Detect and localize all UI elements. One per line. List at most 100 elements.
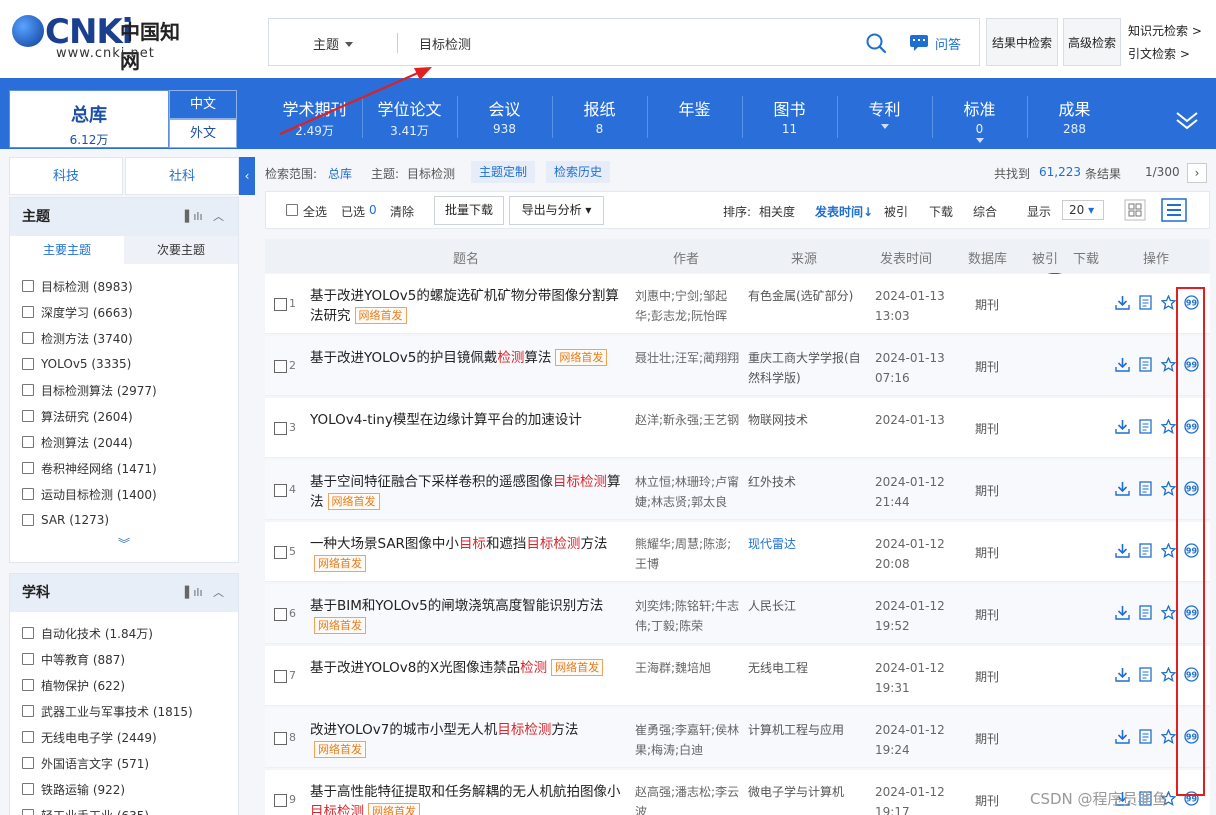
result-source[interactable]: 微电子学与计算机 <box>748 782 866 802</box>
result-source[interactable]: 有色金属(选矿部分) <box>748 286 866 306</box>
result-source[interactable]: 人民长江 <box>748 596 866 616</box>
read-online-icon[interactable] <box>1138 543 1153 558</box>
chart-collapse-icons[interactable]: ▌ılı ︿ <box>185 198 224 236</box>
knowledge-search-link[interactable]: 知识元检索 > <box>1128 20 1202 43</box>
read-online-icon[interactable] <box>1138 605 1153 620</box>
checkbox[interactable] <box>22 731 34 743</box>
download-icon[interactable] <box>1115 667 1130 682</box>
facet-item[interactable]: 外国语言文字 (571) <box>10 750 238 776</box>
checkbox[interactable] <box>22 436 34 448</box>
sort-relevance[interactable]: 相关度 <box>759 203 795 220</box>
read-online-icon[interactable] <box>1138 357 1153 372</box>
checkbox[interactable] <box>22 514 34 526</box>
tab-social[interactable]: 社科 <box>125 157 239 195</box>
row-checkbox[interactable] <box>274 360 287 373</box>
result-title-link[interactable]: 基于高性能特征提取和任务解耦的无人机航拍图像小目标检测 网络首发 <box>310 782 622 815</box>
grid-view-icon[interactable] <box>1124 199 1146 221</box>
checkbox[interactable] <box>22 653 34 665</box>
tab-tech[interactable]: 科技 <box>9 157 123 195</box>
nav-item-achievement[interactable]: 成果 288 <box>1027 96 1122 136</box>
search-field-select[interactable]: 主题 <box>313 34 354 53</box>
nav-item-standard[interactable]: 标准 0 <box>932 96 1027 143</box>
lang-tab-foreign[interactable]: 外文 <box>169 119 237 148</box>
facet-item[interactable]: 无线电电子学 (2449) <box>10 724 238 750</box>
nav-item-thesis[interactable]: 学位论文 3.41万 <box>362 96 457 139</box>
facet-item[interactable]: 目标检测算法 (2977) <box>10 377 238 403</box>
download-icon[interactable] <box>1115 605 1130 620</box>
result-title-link[interactable]: 基于改进YOLOv8的X光图像违禁品检测 网络首发 <box>310 658 622 678</box>
table-row[interactable]: 1 基于改进YOLOv5的螺旋选矿机矿物分带图像分割算法研究 网络首发 刘惠中;宁剑;… <box>265 274 1210 334</box>
list-view-icon[interactable] <box>1161 198 1187 222</box>
sort-cited[interactable]: 被引 <box>884 203 908 220</box>
facet-item[interactable]: 深度学习 (6663) <box>10 299 238 325</box>
checkbox[interactable] <box>22 705 34 717</box>
result-title-link[interactable]: 基于BIM和YOLOv5的闸墩浇筑高度智能识别方法网络首发 <box>310 596 622 636</box>
facet-item[interactable]: 卷积神经网络 (1471) <box>10 455 238 481</box>
download-icon[interactable] <box>1115 357 1130 372</box>
download-icon[interactable] <box>1115 295 1130 310</box>
result-source[interactable]: 计算机工程与应用 <box>748 720 866 740</box>
subtab-secondary-topic[interactable]: 次要主题 <box>124 236 238 264</box>
result-authors[interactable]: 王海群;魏培旭 <box>635 658 741 678</box>
result-source[interactable]: 重庆工商大学学报(自然科学版) <box>748 348 866 388</box>
row-checkbox[interactable] <box>274 732 287 745</box>
tab-zongku[interactable]: 总库 6.12万 <box>9 90 169 148</box>
result-source[interactable]: 红外技术 <box>748 472 866 492</box>
facet-item[interactable]: 运动目标检测 (1400) <box>10 481 238 507</box>
search-icon[interactable] <box>865 32 887 54</box>
citation-search-link[interactable]: 引文检索 > <box>1128 43 1202 66</box>
sort-overall[interactable]: 综合 <box>973 203 997 220</box>
result-title-link[interactable]: YOLOv4-tiny模型在边缘计算平台的加速设计 <box>310 410 622 430</box>
export-analysis-dropdown[interactable]: 导出与分析 ▾ <box>509 196 604 225</box>
clear-button[interactable]: 清除 <box>390 203 414 220</box>
facet-item[interactable]: 铁路运输 (922) <box>10 776 238 802</box>
checkbox[interactable] <box>22 410 34 422</box>
result-authors[interactable]: 林立恒;林珊玲;卢甯婕;林志贤;郭太良 <box>635 472 741 512</box>
facet-item[interactable]: 轻工业手工业 (635) <box>10 802 238 815</box>
checkbox[interactable] <box>22 757 34 769</box>
favorite-star-icon[interactable] <box>1161 357 1176 372</box>
result-authors[interactable]: 赵洋;靳永强;王艺钢 <box>635 410 741 430</box>
nav-item-conference[interactable]: 会议 938 <box>457 96 552 136</box>
scope-value[interactable]: 总库 <box>328 165 352 182</box>
search-history-button[interactable]: 检索历史 <box>546 161 611 183</box>
result-authors[interactable]: 刘惠中;宁剑;邹起华;彭志龙;阮怡晖 <box>635 286 741 326</box>
read-online-icon[interactable] <box>1138 729 1153 744</box>
result-title-link[interactable]: 改进YOLOv7的城市小型无人机目标检测方法网络首发 <box>310 720 622 760</box>
facet-item[interactable]: 算法研究 (2604) <box>10 403 238 429</box>
topic-facet-header[interactable]: 主题 ▌ılı ︿ <box>10 198 238 236</box>
row-checkbox[interactable] <box>274 422 287 435</box>
checkbox[interactable] <box>22 809 34 815</box>
row-checkbox[interactable] <box>274 794 287 807</box>
download-icon[interactable] <box>1115 481 1130 496</box>
table-row[interactable]: 3 YOLOv4-tiny模型在边缘计算平台的加速设计 赵洋;靳永强;王艺钢 物联网技… <box>265 398 1210 458</box>
expand-down-icon[interactable] <box>1174 106 1200 132</box>
result-source[interactable]: 现代雷达 <box>748 534 866 554</box>
result-authors[interactable]: 崔勇强;李嘉轩;侯林果;梅涛;白迪 <box>635 720 741 760</box>
chart-collapse-icons[interactable]: ▌ılı ︿ <box>185 574 224 612</box>
row-checkbox[interactable] <box>274 670 287 683</box>
page-size-select[interactable]: 20 ▾ <box>1062 200 1104 220</box>
expand-more-icon[interactable]: ︾ <box>10 533 238 555</box>
facet-item[interactable]: 武器工业与军事技术 (1815) <box>10 698 238 724</box>
row-checkbox[interactable] <box>274 484 287 497</box>
result-source[interactable]: 物联网技术 <box>748 410 866 430</box>
read-online-icon[interactable] <box>1138 419 1153 434</box>
checkbox[interactable] <box>22 384 34 396</box>
sort-date[interactable]: 发表时间↓ <box>815 203 873 220</box>
read-online-icon[interactable] <box>1138 667 1153 682</box>
cnki-logo[interactable]: CNKi 中国知网 www.cnki.net <box>12 12 192 73</box>
table-row[interactable]: 5 一种大场景SAR图像中小目标和遮挡目标检测方法网络首发 熊耀华;周慧;陈澎;王博… <box>265 522 1210 582</box>
table-row[interactable]: 7 基于改进YOLOv8的X光图像违禁品检测 网络首发 王海群;魏培旭 无线电工程 202… <box>265 646 1210 706</box>
checkbox[interactable] <box>22 280 34 292</box>
facet-item[interactable]: 植物保护 (622) <box>10 672 238 698</box>
subtab-main-topic[interactable]: 主要主题 <box>10 236 124 264</box>
checkbox[interactable] <box>22 488 34 500</box>
facet-item[interactable]: 自动化技术 (1.84万) <box>10 620 238 646</box>
facet-item[interactable]: 目标检测 (8983) <box>10 273 238 299</box>
result-authors[interactable]: 赵高强;潘志松;李云波 <box>635 782 741 815</box>
facet-item[interactable]: 中等教育 (887) <box>10 646 238 672</box>
download-icon[interactable] <box>1115 419 1130 434</box>
custom-topic-button[interactable]: 主题定制 <box>471 161 536 183</box>
lang-tab-chinese[interactable]: 中文 <box>169 90 237 119</box>
